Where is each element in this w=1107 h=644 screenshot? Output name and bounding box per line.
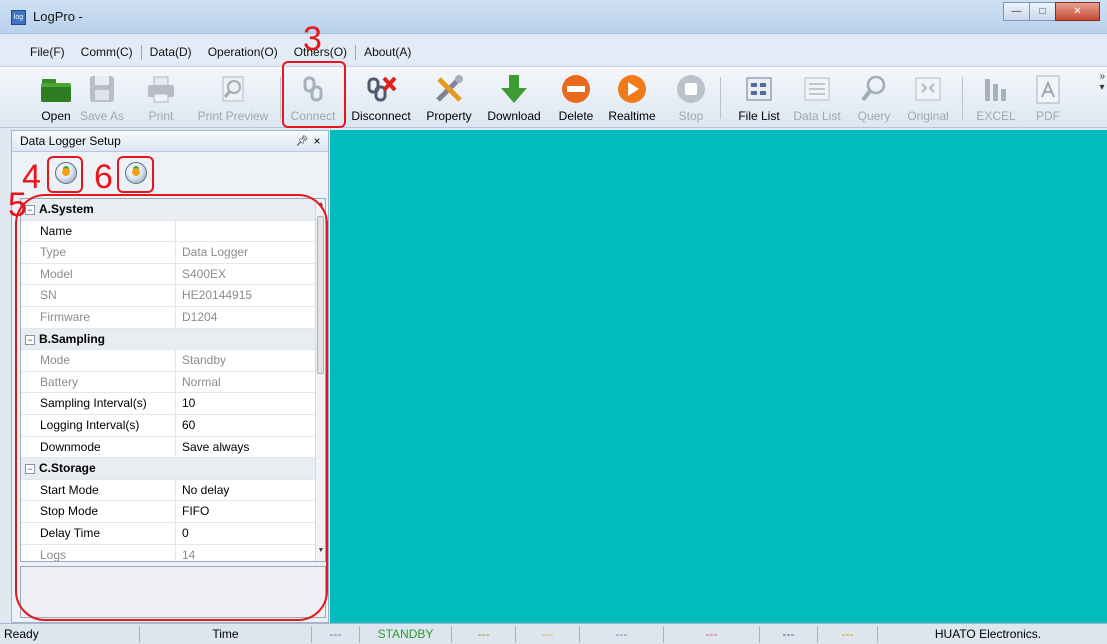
search-icon — [857, 73, 891, 105]
toolbar-overflow-icon[interactable]: » ▾ — [1099, 71, 1105, 93]
printer-icon — [144, 73, 178, 105]
delete-button[interactable]: Delete — [554, 73, 598, 125]
stop-button[interactable]: Stop — [674, 73, 708, 125]
print-preview-button[interactable]: Print Preview — [192, 73, 274, 125]
file-list-button[interactable]: File List — [732, 73, 786, 125]
status-time: Time — [140, 626, 312, 643]
annotation-box-connect — [282, 61, 346, 128]
menu-data[interactable]: Data(D) — [142, 45, 200, 59]
title-bar: log LogPro - — □ ✕ — [0, 0, 1107, 34]
realtime-button[interactable]: Realtime — [604, 73, 660, 125]
status-field-6: --- — [760, 626, 818, 643]
annotation-number-6: 6 — [94, 158, 113, 196]
close-button[interactable]: ✕ — [1055, 2, 1100, 21]
panel-header: Data Logger Setup 📌︎ × — [12, 131, 328, 152]
annotation-box-read — [47, 156, 83, 193]
minimize-button[interactable]: — — [1003, 2, 1030, 21]
pin-icon[interactable]: 📌︎ — [295, 136, 309, 147]
toolbar: Open Save As Print Print Preview Connect… — [0, 66, 1107, 128]
panel-title: Data Logger Setup — [20, 134, 121, 148]
save-as-button[interactable]: Save As — [76, 73, 128, 125]
status-field-5: --- — [664, 626, 760, 643]
toolbar-separator — [280, 77, 281, 119]
original-size-icon — [911, 73, 945, 105]
open-button[interactable]: Open — [36, 73, 76, 125]
file-list-icon — [742, 73, 776, 105]
original-button[interactable]: Original — [902, 73, 954, 125]
status-standby: STANDBY — [360, 626, 452, 643]
annotation-box-write — [117, 156, 154, 193]
annotation-ellipse-grid — [15, 194, 328, 621]
data-list-icon — [800, 73, 834, 105]
broken-link-icon — [364, 73, 398, 105]
delete-icon — [559, 73, 593, 105]
data-list-button[interactable]: Data List — [788, 73, 846, 125]
print-button[interactable]: Print — [138, 73, 184, 125]
menu-bar: File(F) Comm(C) Data(D) Operation(O) Oth… — [0, 40, 1107, 64]
folder-icon — [39, 73, 73, 105]
pdf-icon — [1031, 73, 1065, 105]
status-company: HUATO Electronics. — [934, 627, 1042, 641]
status-field-3: --- — [516, 626, 580, 643]
stop-icon — [674, 73, 708, 105]
main-workspace[interactable] — [330, 130, 1107, 623]
app-icon: log — [11, 10, 26, 25]
status-bar: Ready Time --- STANDBY --- --- --- --- -… — [0, 623, 1107, 644]
property-button[interactable]: Property — [420, 73, 478, 125]
menu-file[interactable]: File(F) — [22, 45, 73, 59]
annotation-number-3: 3 — [303, 20, 322, 58]
save-icon — [85, 73, 119, 105]
status-field-7: --- — [818, 626, 878, 643]
disconnect-button[interactable]: Disconnect — [346, 73, 416, 125]
download-arrow-icon — [497, 73, 531, 105]
query-button[interactable]: Query — [852, 73, 896, 125]
status-ready: Ready — [0, 626, 140, 643]
maximize-button[interactable]: □ — [1029, 2, 1056, 21]
download-button[interactable]: Download — [482, 73, 546, 125]
toolbar-separator — [962, 77, 963, 119]
window-title: LogPro - — [33, 9, 83, 24]
excel-icon — [979, 73, 1013, 105]
status-field-2: --- — [452, 626, 516, 643]
panel-close-icon[interactable]: × — [309, 134, 325, 148]
excel-button[interactable]: EXCEL — [972, 73, 1020, 125]
toolbar-separator — [720, 77, 721, 119]
play-icon — [615, 73, 649, 105]
menu-comm[interactable]: Comm(C) — [73, 45, 141, 59]
status-field-4: --- — [580, 626, 664, 643]
annotation-number-5: 5 — [8, 186, 27, 224]
menu-operation[interactable]: Operation(O) — [200, 45, 286, 59]
pdf-button[interactable]: PDF — [1028, 73, 1068, 125]
status-field-1: --- — [312, 626, 360, 643]
menu-about[interactable]: About(A) — [356, 45, 419, 59]
tools-icon — [432, 73, 466, 105]
magnifier-icon — [216, 73, 250, 105]
